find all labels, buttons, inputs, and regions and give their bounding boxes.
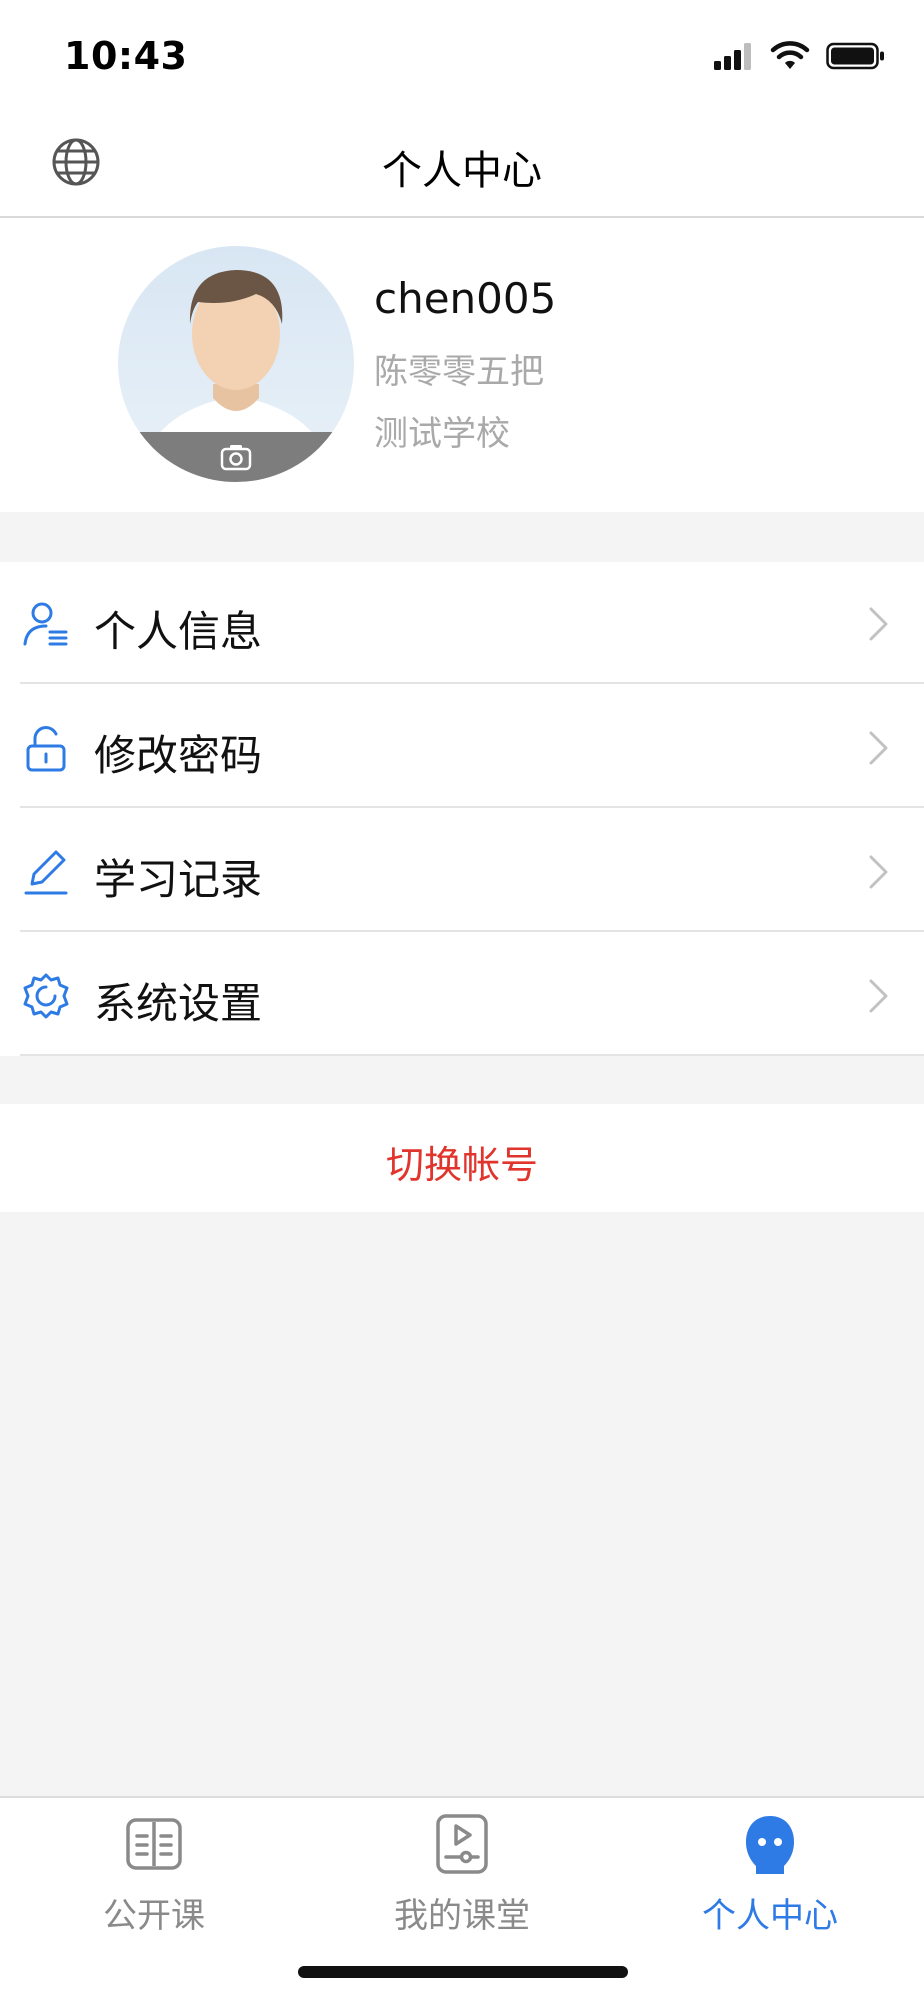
cellular-signal-icon [714,43,751,70]
divider [20,930,924,932]
switch-account-button[interactable]: 切换帐号 [0,1104,924,1212]
tab-my-classroom[interactable]: 我的课堂 [308,1798,616,1948]
tab-label: 我的课堂 [394,1896,530,1936]
video-classroom-icon [436,1814,488,1874]
chevron-right-icon [869,607,888,641]
wifi-icon [770,41,810,69]
user-list-icon [23,602,68,646]
chevron-right-icon [869,855,888,889]
tab-open-courses[interactable]: 公开课 [0,1798,308,1948]
gear-icon [23,973,69,1019]
school-name: 测试学校 [374,414,510,454]
unlock-icon [26,726,66,772]
divider [20,806,924,808]
person-icon [746,1816,794,1874]
divider [20,682,924,684]
page-title: 个人中心 [382,148,542,194]
username: chen005 [374,274,557,323]
home-indicator [298,1966,628,1978]
battery-icon [826,42,884,70]
status-icons [714,38,886,74]
real-name: 陈零零五把 [374,352,544,392]
menu-item-system-settings[interactable]: 系统设置 [0,934,924,1056]
avatar[interactable] [118,246,354,482]
avatar-camera-band[interactable] [118,432,354,482]
status-bar: 10:43 [0,0,924,110]
menu-item-study-records[interactable]: 学习记录 [0,810,924,932]
tab-label: 公开课 [103,1896,205,1936]
pen-icon [24,850,68,895]
menu-item-change-password[interactable]: 修改密码 [0,686,924,808]
menu-item-label: 个人信息 [94,607,263,656]
nav-bar: 个人中心 [0,110,924,218]
chevron-right-icon [869,979,888,1013]
book-icon [126,1818,182,1870]
menu-item-label: 学习记录 [94,855,263,904]
switch-account-label: 切换帐号 [385,1143,538,1187]
camera-icon [220,445,252,471]
status-time: 10:43 [64,34,188,78]
menu-item-personal-info[interactable]: 个人信息 [0,562,924,684]
tab-personal-center[interactable]: 个人中心 [616,1798,924,1948]
menu-item-label: 系统设置 [94,979,263,1028]
chevron-right-icon [869,731,888,765]
tab-label: 个人中心 [702,1896,838,1936]
menu-item-label: 修改密码 [94,731,263,780]
settings-menu: 个人信息 修改密码 学习记录 系统设置 [0,562,924,1056]
divider [20,1054,924,1056]
profile-card: chen005 陈零零五把 测试学校 [0,218,924,512]
